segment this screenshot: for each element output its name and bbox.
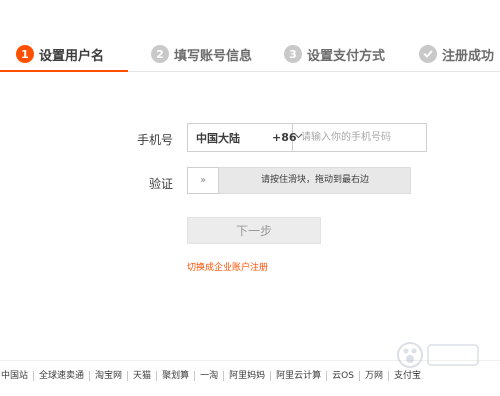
registration-steps: 1 设置用户名 2 填写账号信息 3 设置支付方式 注册成功	[0, 0, 500, 72]
footer-link[interactable]: 一淘	[194, 371, 223, 381]
footer-link[interactable]: 天猫	[127, 371, 156, 381]
step-label: 设置用户名	[39, 48, 105, 64]
slider-handle[interactable]: »	[187, 167, 219, 194]
region-value: 中国大陆	[196, 131, 240, 145]
switch-enterprise-link[interactable]: 切换成企业账户注册	[187, 260, 268, 273]
step-label: 注册成功	[442, 48, 495, 64]
region-select[interactable]: 中国大陆 +86	[188, 124, 303, 151]
footer-link[interactable]: 中国站	[0, 371, 33, 381]
footer-link[interactable]: 阿里妈妈	[223, 371, 270, 381]
step-number-3: 3	[284, 45, 302, 63]
slider-instruction: 请按住滑块，拖动到最右边	[260, 175, 369, 185]
footer-links: 中国站 全球速卖通 淘宝网 天猫 聚划算 一淘 阿里妈妈 阿里云计算 云OS 万…	[0, 371, 426, 381]
double-chevron-right-icon: »	[199, 175, 207, 186]
step-number-2: 2	[151, 45, 169, 63]
active-step-indicator	[0, 70, 128, 72]
footer-link[interactable]: 聚划算	[156, 371, 194, 381]
country-code: +86	[272, 131, 297, 144]
footer-link[interactable]: 阿里云计算	[270, 371, 326, 381]
step-payment-method: 3 设置支付方式	[284, 44, 385, 64]
step-account-info: 2 填写账号信息	[151, 44, 252, 64]
step-label: 填写账号信息	[174, 48, 253, 64]
watermark-graphic	[397, 342, 479, 368]
phone-field-group: 中国大陆 +86	[187, 123, 427, 152]
slider-captcha[interactable]: » 请按住滑块，拖动到最右边	[187, 167, 411, 194]
step-set-username: 1 设置用户名	[16, 44, 104, 64]
step-number-1: 1	[16, 45, 34, 63]
phone-label: 手机号	[136, 133, 173, 147]
footer-link[interactable]: 云OS	[326, 371, 359, 381]
check-icon	[419, 45, 437, 63]
chevron-down-icon	[294, 133, 303, 139]
step-register-success: 注册成功	[419, 44, 494, 64]
next-step-button[interactable]: 下一步	[187, 217, 321, 244]
footer-link[interactable]: 淘宝网	[89, 371, 127, 381]
verify-label: 验证	[148, 177, 173, 191]
footer-link[interactable]: 全球速卖通	[33, 371, 89, 381]
step-label: 设置支付方式	[307, 48, 386, 64]
phone-input[interactable]	[293, 124, 426, 151]
